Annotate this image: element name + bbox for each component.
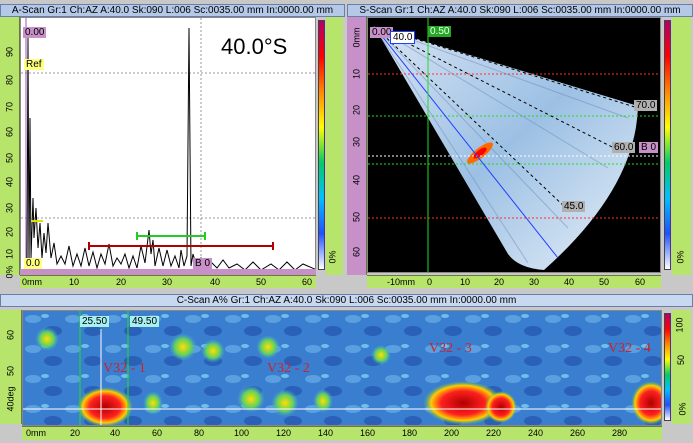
cscan-indication-1 [77,387,133,425]
ascan-plot[interactable]: 0.00 Ref 0.0 B 0 40.0°S [20,17,316,273]
sscan-htick: 30 [529,277,540,287]
cscan-htick: 180 [402,428,418,438]
cscan-htick: 100 [234,428,250,438]
sscan-title-bar: S-Scan Gr:1 Ch:AZ A:40.0 Sk:090 L:006 Sc… [347,4,693,17]
ascan-vtick: 60 [4,127,15,138]
ascan-signal [26,27,315,271]
cscan-scan-ruler[interactable]: 0mm 20 40 60 80 100 120 140 160 180 200 … [22,426,662,440]
cscan-defect-label-1: V32 - 1 [103,361,146,376]
ascan-title-bar: A-Scan Gr:1 Ch:AZ A:40.0 Sk:090 L:006 Sc… [0,4,345,17]
sscan-vtick: 30 [351,137,362,148]
sscan-vtick: 0mm [351,27,362,48]
sscan-gate-b-label: B 0 [639,142,659,153]
cscan-defect-label-2: V32 - 2 [267,361,310,376]
sscan-angle-label-70: 70.0 [634,100,658,111]
sscan-vtick: 40 [351,175,362,186]
ascan-gate-b-label: B 0 [193,258,213,269]
ascan-amplitude-ruler[interactable]: 90 80 70 60 50 40 30 20 10 0% [0,17,20,279]
cscan-htick: 20 [70,428,81,438]
cscan-vtick: 60 [5,330,16,341]
cscan-htick: 200 [444,428,460,438]
sscan-htick: 60 [635,277,646,287]
sscan-htick: 0 [427,277,433,287]
ascan-htick: 20 [116,277,127,287]
cscan-vtick: 50 [5,366,16,377]
sscan-angle-label-45: 45.0 [562,201,586,212]
cscan-palette-label-50: 50 [676,354,687,366]
cscan-htick: 280 [612,428,628,438]
cscan-cursor-2-label[interactable]: 49.50 [130,316,160,327]
ascan-htick: 30 [162,277,173,287]
ascan-vtick: 20 [4,227,15,238]
sscan-palette-label-0: 0% [675,250,686,264]
sscan-htick: 10 [460,277,471,287]
ascan-marker-ref: Ref [24,59,44,70]
cscan-htick: 160 [360,428,376,438]
cscan-plot[interactable]: 25.50 49.50 V32 - 1 V32 - 2 V32 - 3 V32 … [22,310,662,426]
cscan-index-ruler[interactable]: 60 50 40deg [0,310,22,424]
sscan-depth-ruler[interactable]: 0mm 10 20 30 40 50 60 [347,17,367,275]
sscan-angle-label-60: 60.0 [612,142,636,153]
ascan-time-ruler[interactable]: 0mm 10 20 30 40 50 60 [20,275,316,288]
cscan-htick: 260 [570,428,586,438]
ascan-marker-bottom[interactable]: 0.0 [24,258,42,269]
sscan-htick: 20 [494,277,505,287]
cscan-htick: 140 [318,428,334,438]
ascan-htick: 50 [256,277,267,287]
ascan-color-palette[interactable] [318,20,325,270]
ascan-htick: 0mm [22,277,42,287]
cscan-htick: 240 [528,428,544,438]
sscan-fan [374,26,638,270]
sscan-htick: -10mm [387,277,416,287]
sscan-vtick: 20 [351,105,362,116]
sscan-color-palette[interactable] [664,20,671,270]
cscan-htick: 0mm [26,428,46,438]
ascan-palette-label-0: 0% [327,250,338,264]
cscan-defect-label-3: V32 - 3 [429,341,472,356]
cscan-htick: 40 [110,428,121,438]
ascan-vtick: 90 [4,47,15,58]
ascan-marker-top[interactable]: 0.00 [23,27,47,38]
cscan-htick: 120 [276,428,292,438]
cscan-color-palette[interactable] [664,313,671,421]
ascan-vtick: 70 [4,102,15,113]
cscan-htick: 60 [152,428,163,438]
cscan-htick: 220 [486,428,502,438]
sscan-plot[interactable]: 0.00 40.0 0.50 70.0 60.0 B 0 45.0 [367,17,661,273]
cscan-defect-label-4: V32 - 4 [608,341,651,356]
sscan-marker-pos[interactable]: 0.50 [428,26,452,37]
ascan-vtick: 30 [4,203,15,214]
ascan-htick: 10 [69,277,80,287]
sscan-vtick: 50 [351,212,362,223]
sscan-htick: 50 [599,277,610,287]
sscan-palette-ruler [672,17,691,275]
cscan-cursor-1-label[interactable]: 25.50 [80,316,110,327]
ascan-htick: 40 [210,277,221,287]
ascan-vtick: 10 [4,249,15,260]
ascan-htick: 60 [302,277,313,287]
cscan-title-bar: C-Scan A% Gr:1 Ch:AZ A:40.0 Sk:090 L:006… [0,294,693,307]
sscan-marker-angle[interactable]: 40.0 [390,31,416,44]
sscan-htick: 40 [564,277,575,287]
cscan-vtick: 40deg [5,386,16,412]
ascan-vtick: 40 [4,177,15,188]
ascan-vtick: 50 [4,153,15,164]
sscan-vtick: 10 [351,69,362,80]
cscan-palette-label-100: 100 [674,317,685,333]
cscan-htick: 80 [194,428,205,438]
ascan-vtick: 0% [4,265,15,279]
sscan-vtick: 60 [351,247,362,258]
ascan-angle-readout: 40.0°S [221,34,288,59]
sscan-position-ruler[interactable]: -10mm 0 10 20 30 40 50 60 [367,275,661,288]
ascan-vtick: 80 [4,75,15,86]
cscan-palette-label-0: 0% [677,402,688,416]
ascan-palette-ruler [326,17,343,275]
